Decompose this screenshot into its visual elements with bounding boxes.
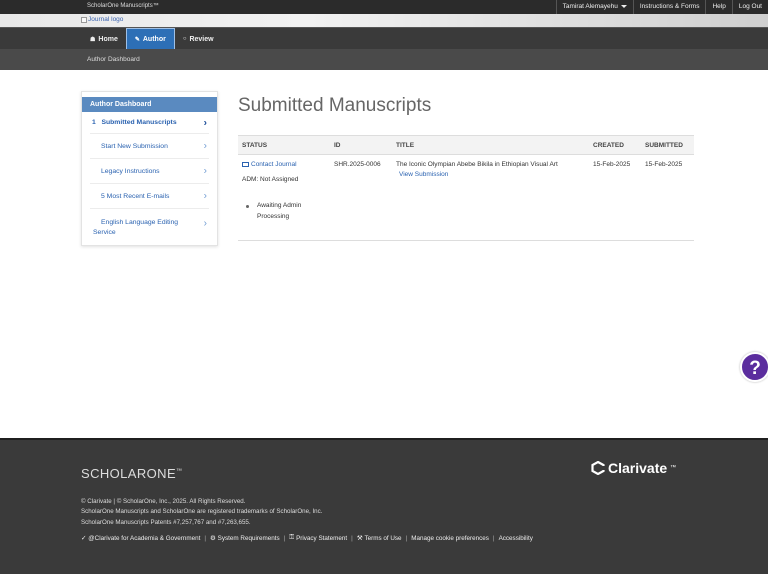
footer-link-cookie-preferences[interactable]: Manage cookie preferences <box>411 535 489 542</box>
footer-link-terms[interactable]: Terms of Use <box>364 535 401 542</box>
status-bullet-icon <box>246 205 249 208</box>
breadcrumb-bar: Author Dashboard <box>0 49 768 70</box>
column-header-title[interactable]: TITLE <box>396 142 414 149</box>
sidebar-item-label: Legacy Instructions <box>101 168 160 175</box>
user-name: Tamirat Alemayehu <box>562 3 618 10</box>
tab-author[interactable]: ✎ Author <box>125 28 175 50</box>
journal-logo-alt: Journal logo <box>88 16 124 23</box>
sidebar-item-start-new-submission[interactable]: Start New Submission › <box>90 134 209 159</box>
scholarone-tm: ™ <box>176 468 183 475</box>
footer-link-system-requirements[interactable]: System Requirements <box>218 535 280 542</box>
clarivate-logo[interactable]: Clarivate ™ <box>591 460 676 476</box>
wrench-icon: ⚒ <box>356 534 363 542</box>
column-header-created[interactable]: CREATED <box>593 142 624 149</box>
sidebar-item-label: 1 Submitted Manuscripts <box>92 119 177 126</box>
admin-assignment: ADM: Not Assigned <box>242 176 299 183</box>
tab-review[interactable]: ○ Review <box>175 28 222 50</box>
brand-label: ScholarOne Manuscripts™ <box>87 3 159 9</box>
page-title: Submitted Manuscripts <box>238 95 432 116</box>
journal-logo[interactable]: Journal logo <box>81 16 123 23</box>
chevron-right-icon: › <box>203 190 207 202</box>
footer-link-clarivate-academia[interactable]: @Clarivate for Academia & Government <box>88 535 200 542</box>
author-dashboard-sidebar: Author Dashboard 1 Submitted Manuscripts… <box>81 91 218 246</box>
column-header-id[interactable]: ID <box>334 142 341 149</box>
chevron-right-icon: › <box>203 117 207 128</box>
contact-journal-link[interactable]: Contact Journal <box>242 161 297 168</box>
gear-icon: ⚙ <box>210 534 216 542</box>
sidebar-title: Author Dashboard <box>82 97 217 112</box>
breadcrumb: Author Dashboard <box>87 56 140 63</box>
created-date: 15-Feb-2025 <box>593 161 631 168</box>
tab-review-label: Review <box>189 35 214 43</box>
status-text: Awaiting Admin Processing <box>257 202 302 220</box>
manuscripts-table: STATUS ID TITLE CREATED SUBMITTED Contac… <box>238 135 694 241</box>
sidebar-item-label: English Language Editing Service <box>93 219 179 236</box>
main-nav-bar: ☗ Home ✎ Author ○ Review <box>0 27 768 50</box>
envelope-icon <box>242 162 249 167</box>
tab-author-label: Author <box>142 35 166 43</box>
key-icon: ⚿ <box>289 534 295 541</box>
footer-link-accessibility[interactable]: Accessibility <box>499 535 533 542</box>
contact-journal-label: Contact Journal <box>251 161 297 168</box>
table-header: STATUS ID TITLE CREATED SUBMITTED <box>238 136 694 155</box>
column-header-status[interactable]: STATUS <box>242 142 267 149</box>
sidebar-item-english-editing[interactable]: English Language Editing Service › <box>90 209 209 239</box>
sidebar-item-submitted-manuscripts[interactable]: 1 Submitted Manuscripts › <box>90 112 209 134</box>
help-link[interactable]: Help <box>705 0 731 14</box>
sidebar-item-label: 5 Most Recent E-mails <box>101 193 170 200</box>
home-icon: ☗ <box>90 36 96 43</box>
chevron-right-icon: › <box>203 165 207 177</box>
footer-trademarks: ScholarOne Manuscripts and ScholarOne ar… <box>81 508 323 515</box>
chevron-right-icon: › <box>203 218 207 229</box>
submitted-date: 15-Feb-2025 <box>645 161 683 168</box>
pencil-icon: ✎ <box>134 36 140 43</box>
sidebar-item-recent-emails[interactable]: 5 Most Recent E-mails › <box>90 184 209 209</box>
instructions-link[interactable]: Instructions & Forms <box>632 0 706 14</box>
footer-links: ✓ @Clarivate for Academia & Government |… <box>81 534 533 542</box>
caret-down-icon <box>620 4 627 8</box>
tab-home-label: Home <box>98 35 118 43</box>
chevron-right-icon: › <box>203 140 207 152</box>
sidebar-item-label: Start New Submission <box>101 143 168 150</box>
manuscript-id: SHR.2025-0006 <box>334 161 381 168</box>
clarivate-tm: ™ <box>670 465 677 471</box>
clarivate-mark-icon <box>591 461 605 475</box>
twitter-icon: ✓ <box>81 534 87 542</box>
tab-home[interactable]: ☗ Home <box>82 28 126 50</box>
column-header-submitted[interactable]: SUBMITTED <box>645 142 683 149</box>
comment-icon: ○ <box>182 36 187 42</box>
footer-link-privacy[interactable]: Privacy Statement <box>296 535 347 542</box>
help-bubble-button[interactable]: ? <box>740 352 768 382</box>
footer-copyright: © Clarivate | © ScholarOne, Inc., 2025. … <box>81 498 246 505</box>
user-menu[interactable]: Tamirat Alemayehu <box>555 0 633 14</box>
footer-patents: ScholarOne Manuscripts Patents #7,257,76… <box>81 519 251 526</box>
clarivate-logo-text: Clarivate <box>608 460 668 476</box>
sidebar-item-legacy-instructions[interactable]: Legacy Instructions › <box>90 159 209 184</box>
broken-image-icon <box>81 16 87 23</box>
manuscript-title: The Iconic Olympian Abebe Bikila in Ethi… <box>396 161 558 168</box>
logo-band: Journal logo <box>0 14 768 27</box>
view-submission-link[interactable]: View Submission <box>399 171 448 178</box>
footer: SCHOLARONE™ Clarivate ™ © Clarivate | © S… <box>0 438 768 574</box>
scholarone-logo: SCHOLARONE™ <box>81 466 182 481</box>
top-bar: ScholarOne Manuscripts™ Tamirat Alemayeh… <box>0 0 768 14</box>
account-menu: Tamirat Alemayehu Instructions & Forms H… <box>555 0 768 14</box>
logout-link[interactable]: Log Out <box>731 0 768 14</box>
scholarone-logo-text: SCHOLARONE <box>81 466 177 481</box>
main-nav: ☗ Home ✎ Author ○ Review <box>82 28 222 50</box>
